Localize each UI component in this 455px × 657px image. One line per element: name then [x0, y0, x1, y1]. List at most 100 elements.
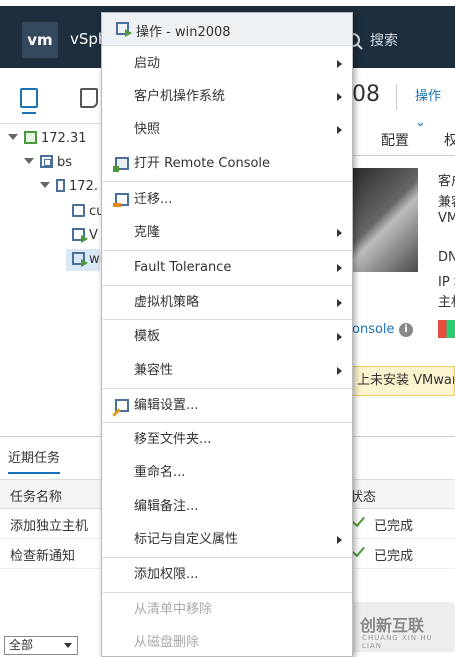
menu-item-label: 从清单中移除 — [134, 602, 213, 617]
submenu-arrow-icon — [337, 299, 342, 307]
vm-title: 08 — [352, 82, 380, 107]
menu-item-power[interactable]: 启动 — [102, 47, 352, 80]
menu-item-label: Fault Tolerance — [134, 260, 232, 275]
tree-item-vcenter[interactable]: 172.31 — [8, 128, 87, 150]
tree-item-host[interactable]: 172. — [40, 176, 98, 198]
expand-caret-icon[interactable] — [8, 134, 18, 140]
vmware-logo: vm — [22, 22, 58, 58]
summary-host: 主机 — [438, 295, 455, 310]
tab-configure[interactable]: 配置 — [381, 130, 409, 150]
tree-item-label: 172.31 — [41, 131, 87, 146]
menu-item-label: 迁移... — [134, 192, 173, 207]
submenu-arrow-icon — [337, 60, 342, 68]
submenu-arrow-icon — [337, 229, 342, 237]
submenu-arrow-icon — [337, 536, 342, 544]
summary-compatibility: 兼容 — [438, 195, 455, 210]
menu-item-edit-settings[interactable]: 编辑设置... — [102, 389, 352, 422]
check-icon — [351, 542, 365, 558]
launch-remote-console-link[interactable]: onsole — [352, 322, 395, 337]
submenu-arrow-icon — [337, 367, 342, 375]
menu-item-compatibility[interactable]: 兼容性 — [102, 354, 352, 387]
tree-item-vm-selected[interactable]: wi — [66, 249, 103, 271]
context-menu-header: 操作 - win2008 — [102, 13, 352, 46]
search-box[interactable]: 搜索 — [346, 30, 398, 50]
submenu-arrow-icon — [337, 93, 342, 101]
menu-item-open-remote-console[interactable]: 打开 Remote Console — [102, 147, 352, 180]
menu-item-label: 快照 — [134, 122, 161, 137]
menu-item-template[interactable]: 模板 — [102, 320, 352, 353]
task-name-cell: 检查新通知 — [10, 549, 76, 564]
menu-item-label: 移至文件夹... — [134, 432, 212, 447]
menu-item-label: 克隆 — [134, 225, 161, 240]
tree-item-vm[interactable]: V — [72, 225, 98, 247]
migrate-icon — [113, 193, 129, 207]
tasks-filter-select[interactable]: 全部 — [4, 636, 78, 655]
menu-item-fault-tolerance[interactable]: Fault Tolerance — [102, 251, 352, 284]
column-task-name[interactable]: 任务名称 — [10, 486, 62, 505]
tree-item-label: V — [89, 228, 98, 243]
menu-item-label: 模板 — [134, 329, 161, 344]
menu-item-migrate[interactable]: 迁移... — [102, 183, 352, 216]
menu-item-move-to-folder[interactable]: 移至文件夹... — [102, 423, 352, 456]
task-status-cell: 已完成 — [374, 519, 414, 534]
tree-item-label: 172. — [69, 179, 98, 194]
vms-templates-tab-icon[interactable] — [80, 88, 98, 108]
task-name-cell: 添加独立主机 — [10, 519, 89, 534]
tab-permissions[interactable]: 权 — [444, 130, 455, 150]
search-label: 搜索 — [370, 33, 398, 49]
menu-item-label: 编辑设置... — [134, 398, 199, 413]
datacenter-icon — [40, 155, 53, 168]
submenu-arrow-icon — [337, 126, 342, 134]
submenu-arrow-icon — [337, 333, 342, 341]
tree-item-vm[interactable]: cu — [72, 201, 104, 223]
menu-item-label: 重命名... — [134, 465, 186, 480]
submenu-arrow-icon — [337, 264, 342, 272]
edit-settings-icon — [115, 399, 129, 412]
menu-item-snapshots[interactable]: 快照 — [102, 113, 352, 146]
menu-item-delete-from-disk: 从磁盘删除 — [102, 626, 352, 657]
windows-logo-icon — [438, 320, 455, 338]
menu-item-label: 打开 Remote Console — [134, 156, 271, 171]
column-status[interactable]: 状态 — [350, 486, 376, 505]
actions-menu-button[interactable]: 操作 ⌄ — [396, 84, 455, 130]
menu-item-label: 从磁盘删除 — [134, 635, 200, 650]
menu-item-label: 兼容性 — [134, 363, 174, 378]
vm-powered-on-icon — [72, 252, 88, 267]
context-menu-title: 操作 - win2008 — [136, 25, 231, 40]
menu-item-label: 虚拟机策略 — [134, 295, 200, 310]
info-icon[interactable]: i — [399, 323, 413, 337]
menu-item-rename[interactable]: 重命名... — [102, 456, 352, 489]
vm-actions-context-menu: 操作 - win2008 启动 客户机操作系统 快照 打开 Remote Con… — [101, 12, 353, 657]
vcenter-icon — [24, 131, 37, 144]
menu-item-vm-policies[interactable]: 虚拟机策略 — [102, 286, 352, 319]
menu-item-label: 客户机操作系统 — [134, 89, 226, 104]
check-icon — [351, 512, 365, 528]
summary-vmware-tools: VM — [438, 211, 455, 226]
menu-item-clone[interactable]: 克隆 — [102, 216, 352, 249]
summary-guest-os: 客户 — [438, 174, 455, 189]
navigator-tabs — [0, 68, 100, 124]
menu-item-remove-from-inventory: 从清单中移除 — [102, 593, 352, 626]
tab-recent-tasks[interactable]: 近期任务 — [8, 447, 61, 474]
menu-item-add-permission[interactable]: 添加权限... — [102, 558, 352, 591]
console-thumbnail[interactable] — [352, 168, 418, 272]
watermark-title: 创新互联 — [360, 616, 425, 635]
menu-item-label: 标记与自定义属性 — [134, 532, 239, 547]
tree-item-datacenter[interactable]: bs — [24, 152, 72, 174]
menu-divider — [102, 181, 352, 182]
expand-caret-icon[interactable] — [24, 158, 34, 164]
vm-powered-on-icon — [116, 22, 132, 37]
vm-icon — [72, 204, 85, 217]
hosts-clusters-tab-icon[interactable] — [20, 88, 38, 114]
expand-caret-icon[interactable] — [40, 182, 50, 188]
remote-console-icon — [113, 157, 129, 172]
menu-item-label: 添加权限... — [134, 567, 199, 582]
menu-item-guest-os[interactable]: 客户机操作系统 — [102, 80, 352, 113]
summary-dns-name: DN — [438, 250, 455, 265]
menu-item-tags-custom-attributes[interactable]: 标记与自定义属性 — [102, 523, 352, 556]
menu-item-label: 编辑备注... — [134, 499, 199, 514]
vmware-tools-warning: 上未安装 VMware — [352, 366, 455, 396]
host-icon — [56, 179, 65, 192]
menu-item-edit-notes[interactable]: 编辑备注... — [102, 490, 352, 523]
watermark-subtitle: CHUANG XIN HU LIAN — [362, 634, 433, 650]
